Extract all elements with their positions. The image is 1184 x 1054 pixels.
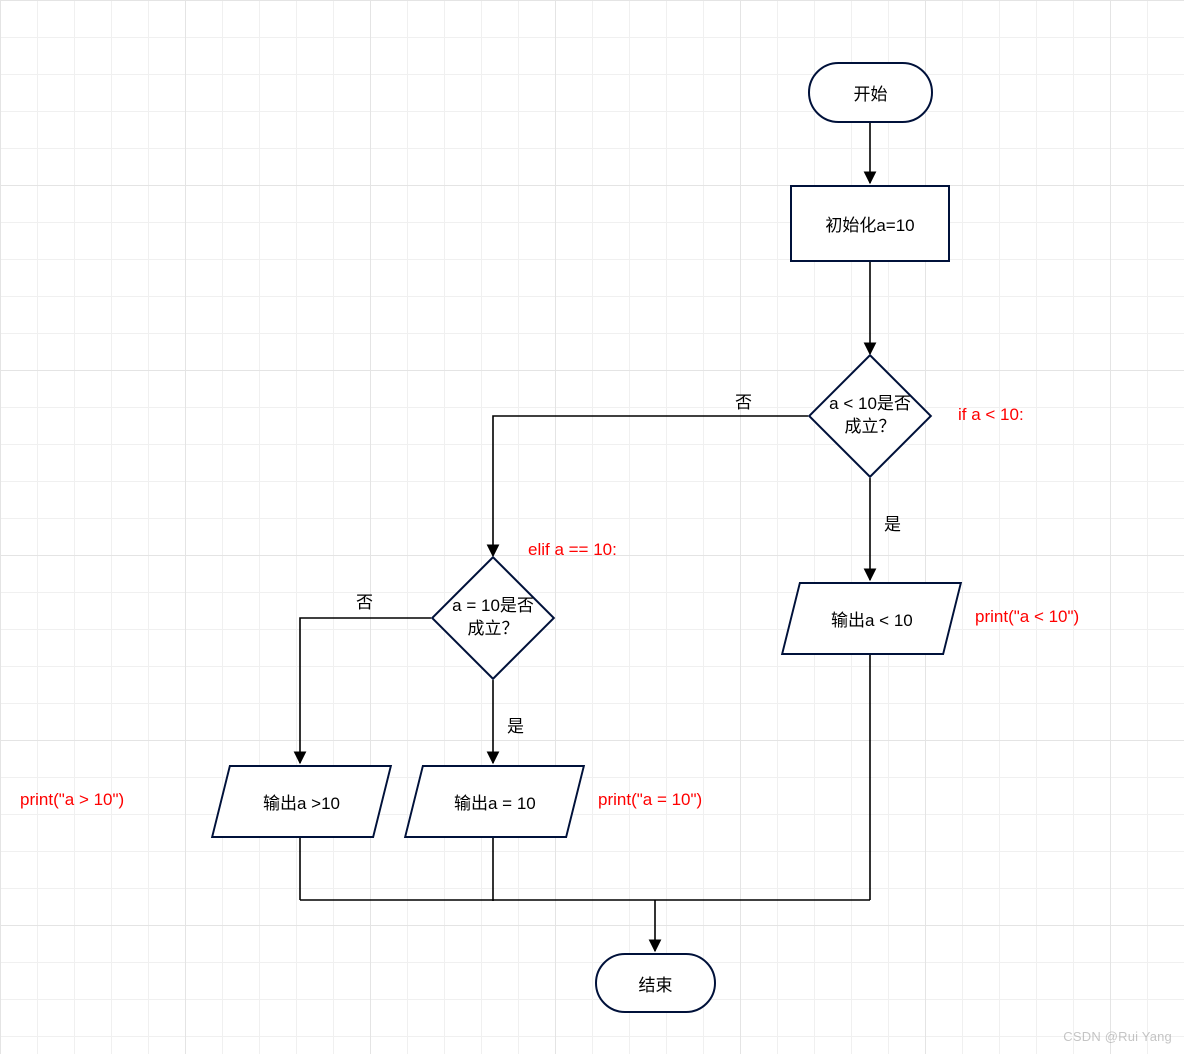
anno-print-eq: print("a = 10") bbox=[598, 790, 702, 810]
output-a-lt-10-label: 输出a < 10 bbox=[831, 606, 913, 631]
start-terminal: 开始 bbox=[808, 62, 933, 123]
output-a-lt-10: 输出a < 10 bbox=[781, 582, 962, 655]
init-process: 初始化a=10 bbox=[790, 185, 950, 262]
start-label: 开始 bbox=[854, 80, 888, 105]
output-a-gt-10: 输出a >10 bbox=[211, 765, 392, 838]
decision-a-eq-10-label: a = 10是否成立？ bbox=[451, 595, 535, 641]
edge-no-2: 否 bbox=[356, 588, 373, 613]
edge-yes-1: 是 bbox=[884, 510, 901, 535]
decision-a-lt-10-label: a < 10是否成立？ bbox=[828, 393, 912, 439]
output-a-eq-10: 输出a = 10 bbox=[404, 765, 585, 838]
end-terminal: 结束 bbox=[595, 953, 716, 1013]
init-label: 初始化a=10 bbox=[825, 211, 914, 236]
output-a-gt-10-label: 输出a >10 bbox=[263, 789, 340, 814]
anno-elif: elif a == 10: bbox=[528, 540, 617, 560]
watermark: CSDN @Rui Yang bbox=[1063, 1029, 1172, 1044]
edge-yes-2: 是 bbox=[507, 712, 524, 737]
end-label: 结束 bbox=[639, 971, 673, 996]
anno-print-lt: print("a < 10") bbox=[975, 607, 1079, 627]
anno-print-gt: print("a > 10") bbox=[20, 790, 124, 810]
anno-if: if a < 10: bbox=[958, 405, 1024, 425]
output-a-eq-10-label: 输出a = 10 bbox=[454, 789, 536, 814]
edge-no-1: 否 bbox=[735, 388, 752, 413]
flowchart-canvas: 开始 初始化a=10 a < 10是否成立？ 输出a < 10 a = 10是否… bbox=[0, 0, 1184, 1054]
grid-major bbox=[0, 0, 1184, 1054]
